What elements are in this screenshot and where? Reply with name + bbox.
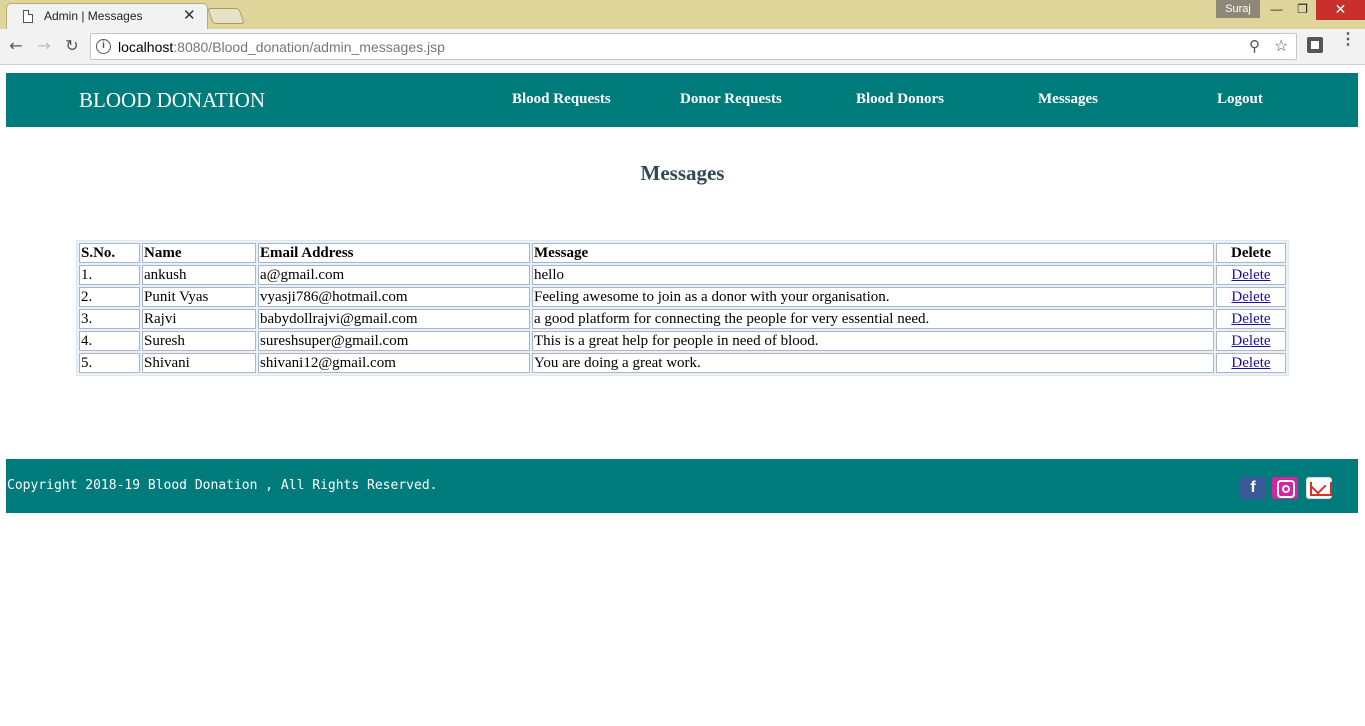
facebook-icon[interactable]: f: [1240, 477, 1266, 499]
nav-blood-donors[interactable]: Blood Donors: [856, 91, 944, 108]
cell-email: vyasji786@hotmail.com: [258, 287, 530, 307]
table-row: 3. Rajvi babydollrajvi@gmail.com a good …: [79, 309, 1286, 329]
site-footer: Copyright 2018-19 Blood Donation , All R…: [6, 459, 1358, 513]
delete-link[interactable]: Delete: [1231, 311, 1270, 327]
cell-delete: Delete: [1216, 309, 1286, 329]
window-close-button[interactable]: ✕: [1316, 0, 1365, 20]
cell-message: This is a great help for people in need …: [532, 331, 1214, 351]
cell-delete: Delete: [1216, 331, 1286, 351]
column-header-message: Message: [532, 243, 1214, 263]
table-row: 5. Shivani shivani12@gmail.com You are d…: [79, 353, 1286, 373]
extension-icon[interactable]: [1307, 37, 1323, 53]
delete-link[interactable]: Delete: [1231, 289, 1270, 305]
cell-sno: 1.: [79, 265, 140, 285]
nav-donor-requests[interactable]: Donor Requests: [680, 91, 782, 108]
new-tab-button[interactable]: [207, 8, 245, 24]
cell-sno: 5.: [79, 353, 140, 373]
tab-close-icon[interactable]: ✕: [183, 6, 196, 24]
back-arrow-icon[interactable]: ←: [5, 35, 27, 57]
site-header: BLOOD DONATION Blood Requests Donor Requ…: [6, 73, 1358, 127]
cell-delete: Delete: [1216, 353, 1286, 373]
nav-logout[interactable]: Logout: [1217, 91, 1263, 108]
cell-name: Suresh: [142, 331, 256, 351]
reload-icon[interactable]: ↻: [61, 35, 83, 57]
column-header-email: Email Address: [258, 243, 530, 263]
forward-arrow-icon[interactable]: →: [33, 35, 55, 57]
info-icon[interactable]: i: [96, 39, 111, 54]
url-path: :8080/Blood_donation/admin_messages.jsp: [173, 39, 445, 55]
cell-message: You are doing a great work.: [532, 353, 1214, 373]
nav-messages[interactable]: Messages: [1038, 91, 1098, 108]
copyright-text: Copyright 2018-19 Blood Donation , All R…: [7, 478, 438, 493]
cell-message: a good platform for connecting the peopl…: [532, 309, 1214, 329]
delete-link[interactable]: Delete: [1231, 267, 1270, 283]
browser-menu-icon[interactable]: ⋮: [1340, 32, 1356, 55]
url-text[interactable]: localhost:8080/Blood_donation/admin_mess…: [118, 39, 445, 55]
delete-link[interactable]: Delete: [1231, 355, 1270, 371]
cell-name: Rajvi: [142, 309, 256, 329]
cell-name: Shivani: [142, 353, 256, 373]
cell-message: Feeling awesome to join as a donor with …: [532, 287, 1214, 307]
site-brand[interactable]: BLOOD DONATION: [79, 88, 265, 113]
tab-title: Admin | Messages: [44, 9, 143, 23]
cell-email: shivani12@gmail.com: [258, 353, 530, 373]
zoom-icon[interactable]: ⚲: [1249, 37, 1260, 55]
instagram-icon[interactable]: [1272, 477, 1298, 499]
browser-toolbar: ← → ↻ i localhost:8080/Blood_donation/ad…: [0, 29, 1365, 65]
cell-sno: 4.: [79, 331, 140, 351]
table-row: 4. Suresh sureshsuper@gmail.com This is …: [79, 331, 1286, 351]
gmail-icon[interactable]: [1306, 477, 1332, 499]
browser-tabstrip: Admin | Messages ✕ Suraj — ❐ ✕: [0, 0, 1365, 29]
cell-name: ankush: [142, 265, 256, 285]
cell-sno: 3.: [79, 309, 140, 329]
profile-badge[interactable]: Suraj: [1216, 0, 1260, 18]
browser-tab[interactable]: Admin | Messages ✕: [6, 3, 208, 29]
nav-blood-requests[interactable]: Blood Requests: [512, 91, 611, 108]
cell-message: hello: [532, 265, 1214, 285]
cell-name: Punit Vyas: [142, 287, 256, 307]
address-bar[interactable]: i localhost:8080/Blood_donation/admin_me…: [90, 33, 1297, 60]
minimize-button[interactable]: —: [1263, 0, 1290, 20]
restore-button[interactable]: ❐: [1289, 0, 1316, 20]
cell-email: babydollrajvi@gmail.com: [258, 309, 530, 329]
cell-email: sureshsuper@gmail.com: [258, 331, 530, 351]
cell-delete: Delete: [1216, 265, 1286, 285]
cell-email: a@gmail.com: [258, 265, 530, 285]
table-header-row: S.No. Name Email Address Message Delete: [79, 243, 1286, 263]
cell-sno: 2.: [79, 287, 140, 307]
url-host: localhost: [118, 39, 174, 55]
table-row: 1. ankush a@gmail.com hello Delete: [79, 265, 1286, 285]
bookmark-star-icon[interactable]: ☆: [1274, 36, 1288, 56]
messages-table: S.No. Name Email Address Message Delete …: [76, 240, 1289, 376]
delete-link[interactable]: Delete: [1231, 333, 1270, 349]
column-header-name: Name: [142, 243, 256, 263]
cell-delete: Delete: [1216, 287, 1286, 307]
page-icon: [23, 10, 33, 23]
table-row: 2. Punit Vyas vyasji786@hotmail.com Feel…: [79, 287, 1286, 307]
page-title: Messages: [640, 161, 725, 185]
column-header-sno: S.No.: [79, 243, 140, 263]
column-header-delete: Delete: [1216, 243, 1286, 263]
